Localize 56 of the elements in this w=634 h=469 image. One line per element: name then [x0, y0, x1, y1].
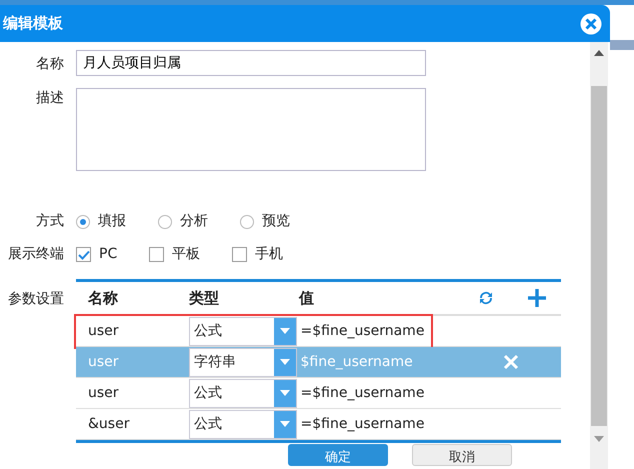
checkbox[interactable] — [76, 247, 91, 262]
checkbox-label: 手机 — [255, 245, 284, 264]
param-name: user — [87, 322, 120, 340]
caret-icon — [274, 318, 296, 344]
field-label: 参数设置 — [7, 290, 64, 309]
checkbox-label: PC — [99, 245, 118, 264]
radio-label: 填报 — [98, 212, 126, 231]
table-row[interactable]: user 字符串 $fine_username — [76, 347, 561, 378]
scrollbar-thumb[interactable] — [591, 86, 607, 426]
radio-label: 分析 — [180, 212, 208, 231]
caret-icon — [274, 380, 296, 406]
plus-icon — [527, 288, 547, 308]
type-dropdown[interactable]: 公式 — [189, 316, 297, 346]
field-label: 方式 — [35, 212, 64, 231]
param-value: $fine_username — [300, 352, 414, 372]
description-field[interactable] — [76, 88, 426, 171]
type-dropdown[interactable]: 公式 — [189, 378, 297, 408]
refresh-icon — [477, 289, 495, 307]
dialog-title: 编辑模板 — [3, 13, 63, 34]
type-dropdown[interactable]: 字符串 — [189, 348, 297, 376]
param-name: user — [87, 352, 120, 372]
column-header: 值 — [299, 288, 315, 309]
param-name: user — [87, 384, 120, 402]
field-label: 名称 — [35, 54, 64, 74]
caret-icon — [274, 410, 296, 438]
column-header: 类型 — [189, 288, 220, 309]
radio-button[interactable] — [76, 214, 90, 228]
caret-icon — [274, 348, 296, 376]
scroll-down-icon[interactable] — [594, 436, 604, 442]
scroll-up-icon[interactable] — [594, 50, 604, 56]
type-dropdown[interactable]: 公式 — [189, 410, 297, 438]
column-header: 名称 — [86, 288, 119, 309]
table-row[interactable]: user 公式 =$fine_username — [76, 378, 561, 409]
radio-button[interactable] — [240, 214, 254, 228]
refresh-button[interactable] — [477, 289, 495, 307]
field-label: 展示终端 — [7, 245, 64, 264]
close-icon — [503, 354, 519, 370]
delete-button[interactable] — [503, 354, 519, 370]
scrollbar[interactable] — [590, 42, 608, 469]
param-value: =$fine_username — [300, 384, 426, 402]
name-field[interactable]: 月人员项目归属 — [76, 50, 426, 76]
close-button[interactable] — [580, 12, 602, 34]
radio-button[interactable] — [158, 214, 172, 228]
param-name: &user — [87, 414, 130, 434]
close-icon — [580, 12, 602, 34]
param-value: =$fine_username — [300, 322, 426, 340]
dialog-button[interactable]: 取消 — [412, 444, 512, 466]
checkbox[interactable] — [149, 247, 164, 262]
add-button[interactable] — [527, 288, 547, 308]
table-row[interactable]: &user 公式 =$fine_username — [76, 409, 561, 440]
field-label: 描述 — [35, 89, 64, 108]
checkbox-label: 平板 — [172, 245, 200, 264]
background-panel — [610, 40, 634, 50]
radio-label: 预览 — [262, 212, 290, 231]
checkbox[interactable] — [232, 247, 248, 262]
param-value: =$fine_username — [300, 414, 426, 434]
